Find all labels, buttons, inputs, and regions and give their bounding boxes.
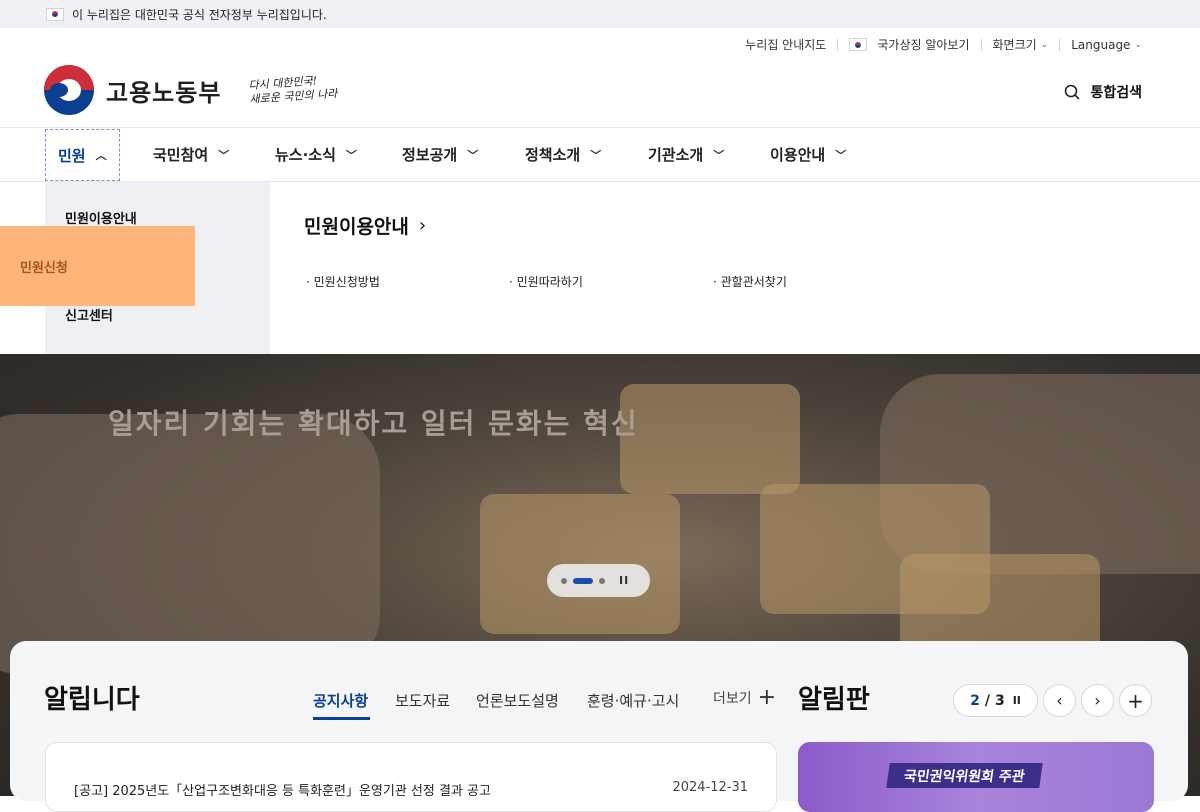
chevron-right-icon: › xyxy=(418,215,427,236)
gov-banner-text: 이 누리집은 대한민국 공식 전자정부 누리집입니다. xyxy=(72,7,327,22)
sitemap-link[interactable]: 누리집 안내지도 xyxy=(745,36,826,53)
submenu-section-title[interactable]: 민원이용안내 › xyxy=(304,212,426,239)
tab-notice[interactable]: 공지사항 xyxy=(313,690,368,711)
slide-dot[interactable] xyxy=(599,577,605,584)
hero-image-hand xyxy=(0,414,380,674)
gnb-item-guide[interactable]: 이용안내 ﹀ xyxy=(770,128,846,181)
chevron-down-icon: ﹀ xyxy=(713,148,725,162)
gnb-label: 이용안내 xyxy=(770,146,826,164)
divider xyxy=(980,38,982,51)
hero-image-puzzle xyxy=(620,384,800,494)
gnb-label: 정책소개 xyxy=(525,146,581,164)
chevron-down-icon: ﹀ xyxy=(835,148,847,162)
notice-row-date: 2024-12-31 xyxy=(672,780,748,795)
gov-banner: 이 누리집은 대한민국 공식 전자정부 누리집입니다. xyxy=(0,0,1200,28)
ministry-name: 고용노동부 xyxy=(106,78,222,107)
chevron-up-icon: ︿ xyxy=(95,149,107,162)
gnb-item-participation[interactable]: 국민참여 ﹀ xyxy=(153,128,229,181)
page-current: 2 xyxy=(970,692,980,709)
chevron-down-icon: ﹀ xyxy=(218,148,230,162)
gnb-item-disclosure[interactable]: 정보공개 ﹀ xyxy=(402,128,478,181)
submenu-item-application[interactable]: 민원신청 xyxy=(0,226,195,306)
chevron-right-icon: › xyxy=(1094,691,1101,710)
active-tab-indicator xyxy=(313,717,370,720)
search-icon xyxy=(1065,84,1081,100)
site-header: 고용노동부 다시 대한민국! 새로운 국민의 나라 통합검색 xyxy=(0,60,1200,127)
korea-flag-icon xyxy=(46,7,64,21)
national-symbols-label: 국가상징 알아보기 xyxy=(877,38,970,52)
promo-label: 국민권익위원회 주관 xyxy=(886,763,1043,788)
pause-icon[interactable]: II xyxy=(1013,694,1021,707)
language-button[interactable]: Language ⌄ xyxy=(1071,38,1142,52)
chevron-down-icon: ﹀ xyxy=(590,148,602,162)
chevron-down-icon: ﹀ xyxy=(467,148,479,162)
gnb-label: 민원 xyxy=(58,146,86,165)
pause-icon[interactable]: II xyxy=(619,574,629,587)
gnb-label: 정보공개 xyxy=(402,146,458,164)
slider-controls: II xyxy=(547,564,650,597)
utility-nav: 누리집 안내지도 국가상징 알아보기 화면크기 ⌄ Language ⌄ xyxy=(745,36,1142,53)
submenu-section-label: 민원이용안내 xyxy=(304,216,409,238)
hero-title: 일자리 기회는 확대하고 일터 문화는 혁신 xyxy=(108,407,639,440)
divider xyxy=(1059,38,1061,51)
national-symbols-link[interactable]: 국가상징 알아보기 xyxy=(849,36,970,53)
notice-row-title[interactable]: [공고] 2025년도「산업구조변화대응 등 특화훈련」운영기관 선정 결과 공… xyxy=(74,780,491,799)
mega-menu: 민원이용안내 신고센터 민원신청 민원이용안내 › · 민원신청방법 · 민원따… xyxy=(0,182,1200,354)
divider xyxy=(837,38,839,51)
submenu-link-walkthrough[interactable]: · 민원따라하기 xyxy=(509,273,583,290)
chevron-down-icon: ⌄ xyxy=(1134,39,1142,50)
submenu-link-find-office[interactable]: · 관할관서찾기 xyxy=(713,273,787,290)
gnb-item-organization[interactable]: 기관소개 ﹀ xyxy=(648,128,724,181)
slide-dot[interactable] xyxy=(561,577,567,584)
chevron-down-icon: ﹀ xyxy=(345,148,357,162)
font-size-button[interactable]: 화면크기 ⌄ xyxy=(993,36,1049,53)
next-button[interactable]: › xyxy=(1081,684,1114,717)
language-label: Language xyxy=(1071,37,1131,52)
gnb-item-policy[interactable]: 정책소개 ﹀ xyxy=(525,128,601,181)
tab-press-release[interactable]: 보도자료 xyxy=(395,690,450,711)
board-promo-banner[interactable]: 국민권익위원회 주관 xyxy=(798,742,1154,812)
board-title: 알림판 xyxy=(798,685,870,715)
notice-list: [공고] 2025년도「산업구조변화대응 등 특화훈련」운영기관 선정 결과 공… xyxy=(45,742,777,812)
gnb-label: 뉴스·소식 xyxy=(275,146,336,164)
notices-title: 알립니다 xyxy=(44,685,140,715)
more-label: 더보기 xyxy=(713,691,752,707)
chevron-down-icon: ⌄ xyxy=(1040,39,1049,50)
chevron-left-icon: ‹ xyxy=(1056,691,1063,710)
search-label: 통합검색 xyxy=(1090,85,1142,101)
slide-dot-active[interactable] xyxy=(573,577,593,584)
gnb-label: 국민참여 xyxy=(153,146,209,164)
gnb-item-civil-service[interactable]: 민원 ︿ xyxy=(45,129,120,181)
more-button[interactable]: 더보기 + xyxy=(713,685,777,710)
gnb-item-news[interactable]: 뉴스·소식 ﹀ xyxy=(275,128,357,181)
site-logo[interactable]: 고용노동부 다시 대한민국! 새로운 국민의 나라 xyxy=(44,65,339,115)
gnb-label: 기관소개 xyxy=(648,146,704,164)
government-emblem-icon xyxy=(44,65,94,115)
page-separator: / xyxy=(984,692,990,709)
tab-press-explanation[interactable]: 언론보도설명 xyxy=(476,690,559,711)
page-total: 3 xyxy=(994,692,1005,709)
plus-icon: + xyxy=(757,685,777,710)
slogan: 다시 대한민국! 새로운 국민의 나라 xyxy=(249,73,339,107)
font-size-label: 화면크기 xyxy=(992,38,1037,52)
board-more-button[interactable]: + xyxy=(1119,684,1152,717)
integrated-search-button[interactable]: 통합검색 xyxy=(1064,82,1142,102)
prev-button[interactable]: ‹ xyxy=(1043,684,1076,717)
tab-directives[interactable]: 훈령·예규·고시 xyxy=(587,690,679,711)
main-navigation: 민원 ︿ 국민참여 ﹀ 뉴스·소식 ﹀ 정보공개 ﹀ 정책소개 ﹀ 기관소개 ﹀… xyxy=(0,127,1200,182)
plus-icon: + xyxy=(1127,688,1144,713)
submenu-link-method[interactable]: · 민원신청방법 xyxy=(306,273,380,290)
board-pager: 2 / 3 II xyxy=(953,684,1038,717)
korea-flag-icon xyxy=(849,38,868,51)
